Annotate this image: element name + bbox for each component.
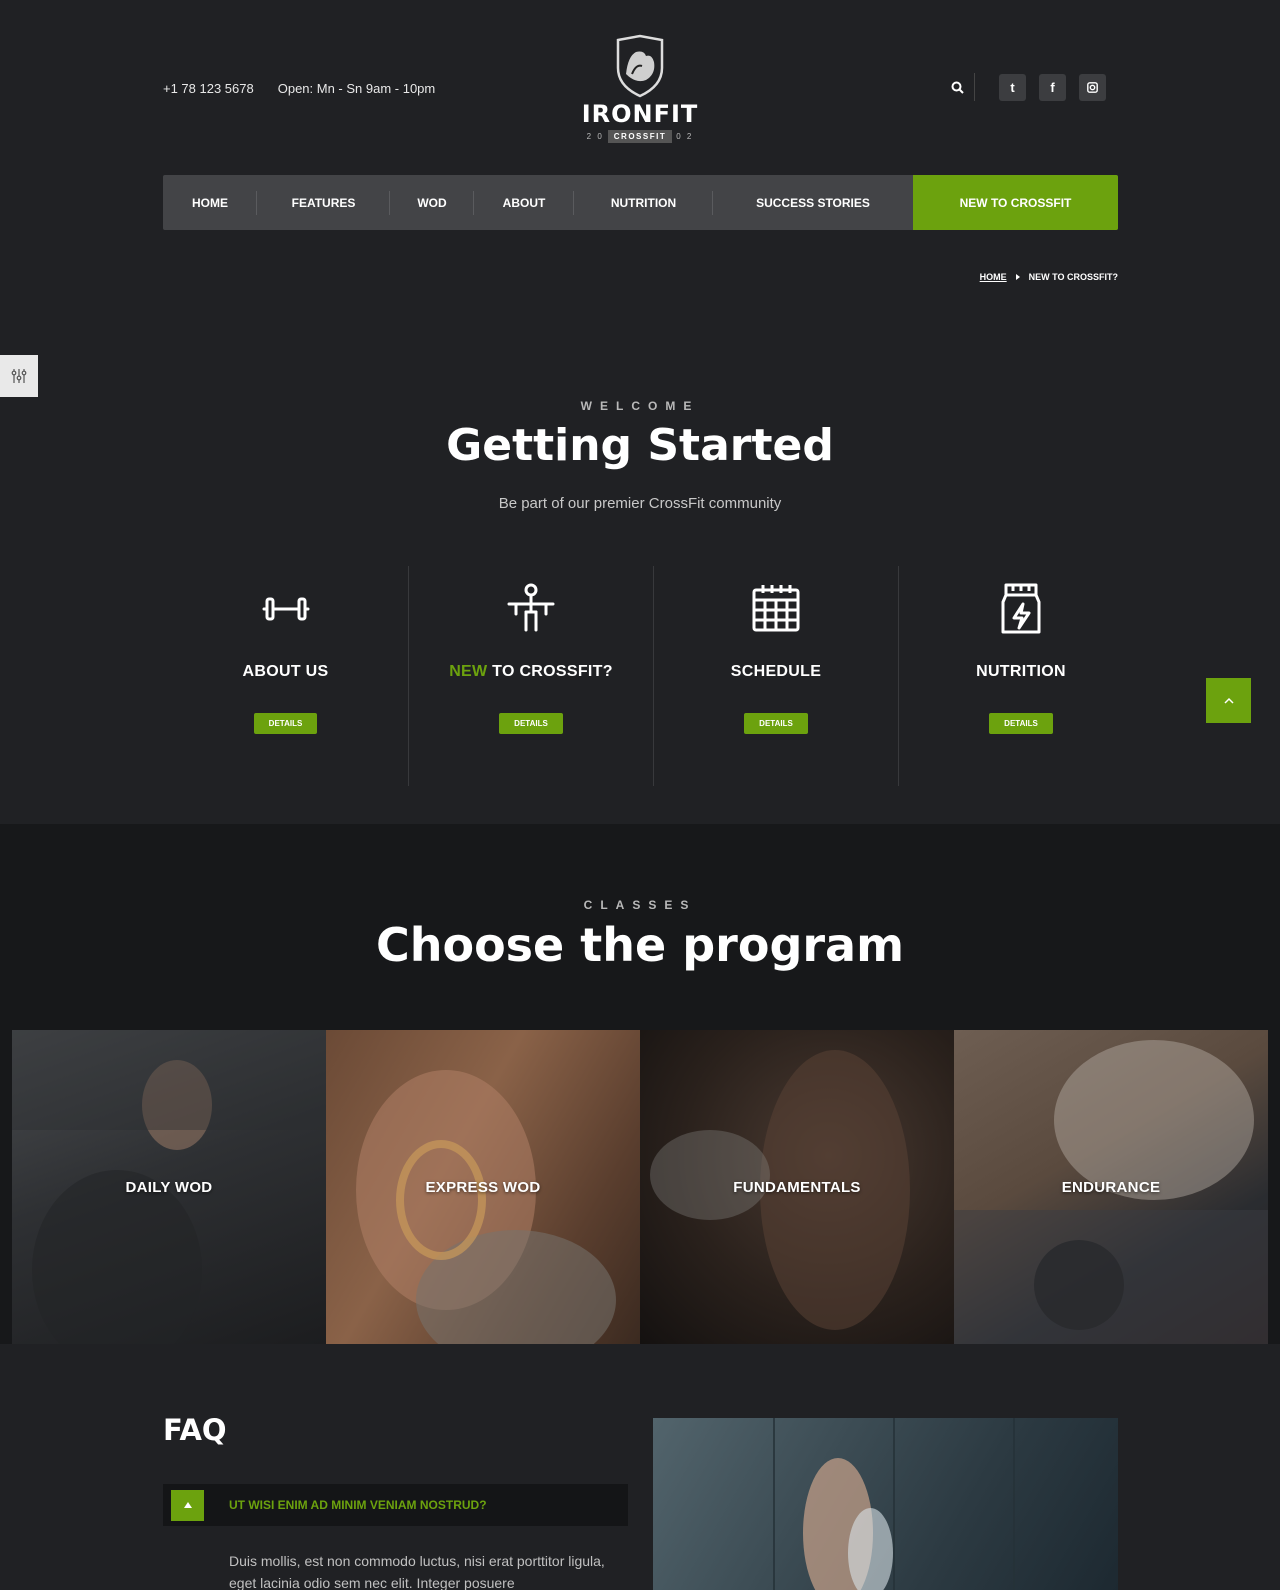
- contact-info: +1 78 123 5678 Open: Mn - Sn 9am - 10pm: [163, 81, 435, 96]
- flexed-arm-icon: [616, 34, 664, 98]
- faq-question-text: UT WISI ENIM AD MINIM VENIAM NOSTRUD?: [229, 1498, 487, 1512]
- program-card-fundamentals[interactable]: FUNDAMENTALS: [640, 1030, 954, 1344]
- details-button[interactable]: DETAILS: [253, 713, 318, 734]
- feature-about-us: ABOUT US DETAILS: [163, 566, 408, 786]
- feature-new-to-crossfit: NEW TO CROSSFIT? DETAILS: [408, 566, 653, 786]
- twitter-icon[interactable]: t: [999, 73, 1026, 101]
- details-button[interactable]: DETAILS: [989, 713, 1053, 734]
- back-to-top-button[interactable]: [1206, 678, 1251, 723]
- welcome-subtitle: Be part of our premier CrossFit communit…: [498, 495, 782, 512]
- calendar-icon: [752, 585, 800, 632]
- program-label: EXPRESS WOD: [425, 1178, 541, 1196]
- nav-item-features[interactable]: FEATURES: [257, 175, 390, 230]
- faq-title: FAQ: [163, 1413, 227, 1447]
- breadcrumb-arrow-icon: [1015, 274, 1020, 280]
- classes-eyebrow: CLASSES: [583, 898, 697, 912]
- program-card-daily-wod[interactable]: DAILY WOD: [12, 1030, 326, 1344]
- feature-schedule: SCHEDULE DETAILS: [653, 566, 898, 786]
- details-button[interactable]: DETAILS: [499, 713, 563, 734]
- breadcrumb-current: NEW TO CROSSFIT?: [1028, 272, 1118, 282]
- faq-photo: [653, 1418, 1118, 1590]
- chevron-up-icon: [1223, 697, 1234, 704]
- instagram-icon[interactable]: [1079, 73, 1106, 101]
- supplement-icon: [1001, 583, 1041, 634]
- nav-item-wod[interactable]: WOD: [390, 175, 474, 230]
- feature-title: ABOUT US: [242, 663, 329, 680]
- feature-title: NEW TO CROSSFIT?: [449, 663, 613, 680]
- site-header: +1 78 123 5678 Open: Mn - Sn 9am - 10pm …: [0, 0, 1280, 170]
- classes-title: Choose the program: [375, 918, 905, 972]
- faq-toggle-button[interactable]: [171, 1489, 204, 1521]
- nav-item-success-stories[interactable]: SUCCESS STORIES: [713, 175, 913, 230]
- phone-number[interactable]: +1 78 123 5678: [163, 81, 254, 96]
- search-icon[interactable]: [946, 74, 968, 100]
- site-logo[interactable]: IRONFIT 2 0 CROSSFIT 0 2: [578, 34, 702, 146]
- settings-sliders-icon: [11, 369, 27, 383]
- facebook-icon[interactable]: f: [1039, 73, 1066, 101]
- feature-list: ABOUT US DETAILS NEW TO CROSSFIT? DETAIL…: [163, 566, 1143, 786]
- athlete-icon: [507, 583, 555, 632]
- style-switcher-tab[interactable]: [0, 355, 38, 397]
- divider: [974, 73, 975, 101]
- breadcrumb: HOME NEW TO CROSSFIT?: [980, 272, 1118, 282]
- caret-up-icon: [183, 1502, 192, 1508]
- nav-item-about[interactable]: ABOUT: [474, 175, 574, 230]
- opening-hours: Open: Mn - Sn 9am - 10pm: [277, 81, 436, 96]
- main-navigation: HOME FEATURES WOD ABOUT NUTRITION SUCCES…: [163, 175, 1118, 230]
- nav-item-nutrition[interactable]: NUTRITION: [574, 175, 713, 230]
- dumbbell-icon: [262, 597, 309, 621]
- logo-tagline: 2 0 CROSSFIT 0 2: [586, 130, 694, 143]
- logo-wordmark: IRONFIT: [581, 100, 699, 128]
- program-card-express-wod[interactable]: EXPRESS WOD: [326, 1030, 640, 1344]
- feature-nutrition: NUTRITION DETAILS: [898, 566, 1143, 786]
- nav-item-new-to-crossfit[interactable]: NEW TO CROSSFIT: [913, 175, 1118, 230]
- program-card-endurance[interactable]: ENDURANCE: [954, 1030, 1268, 1344]
- faq-question[interactable]: UT WISI ENIM AD MINIM VENIAM NOSTRUD?: [163, 1484, 628, 1526]
- feature-title: SCHEDULE: [730, 663, 822, 680]
- program-label: DAILY WOD: [125, 1178, 213, 1196]
- program-grid: DAILY WOD EXPRESS WOD FUNDAMENTALS ENDUR…: [12, 1030, 1268, 1344]
- welcome-eyebrow: WELCOME: [580, 399, 700, 413]
- faq-answer: Duis mollis, est non commodo luctus, nis…: [229, 1553, 605, 1590]
- welcome-title: Getting Started: [446, 420, 834, 471]
- program-label: ENDURANCE: [1061, 1178, 1161, 1196]
- details-button[interactable]: DETAILS: [744, 713, 808, 734]
- feature-title: NUTRITION: [976, 663, 1066, 680]
- breadcrumb-home-link[interactable]: HOME: [980, 272, 1007, 282]
- program-label: FUNDAMENTALS: [733, 1178, 861, 1196]
- header-tools: t f: [946, 73, 1119, 101]
- nav-item-home[interactable]: HOME: [163, 175, 257, 230]
